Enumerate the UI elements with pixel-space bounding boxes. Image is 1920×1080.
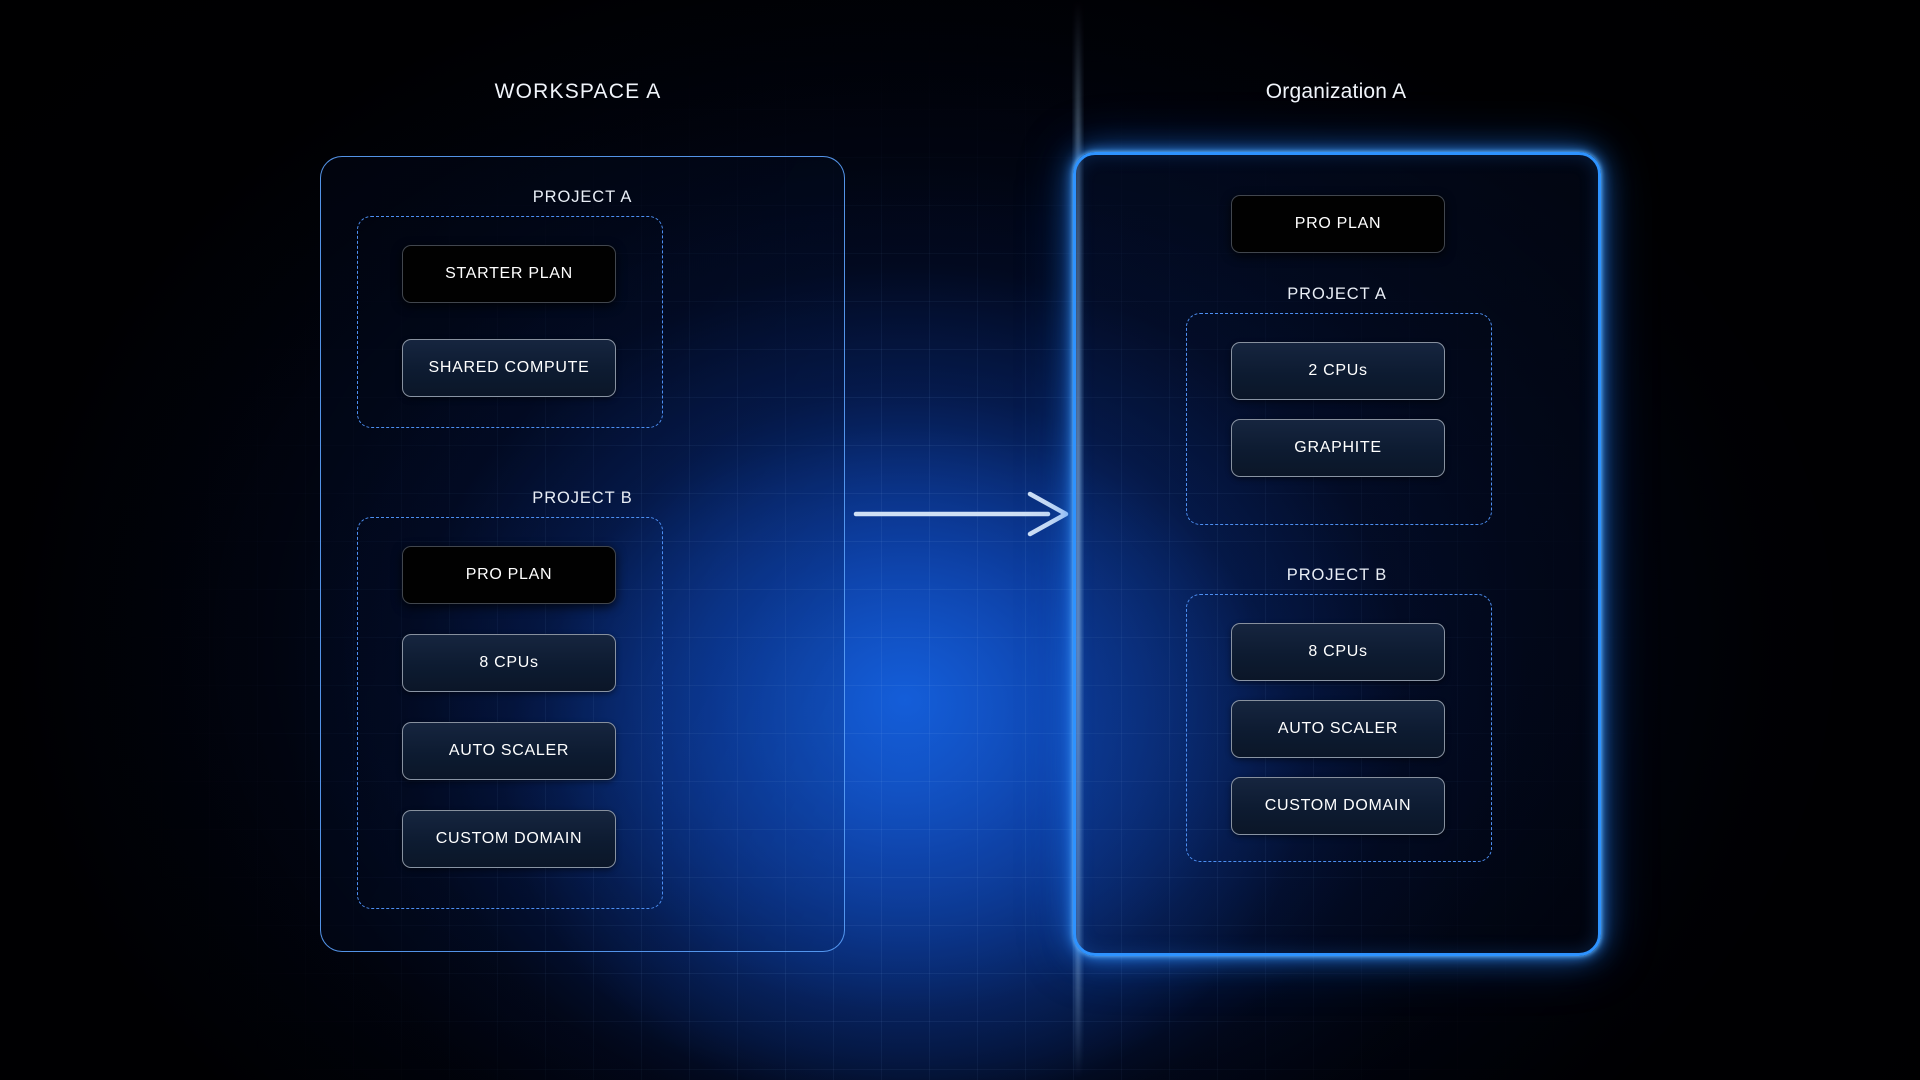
organization-project-b-item-8-cpus[interactable]: 8 CPUs [1231, 623, 1445, 681]
diagram-canvas: WORKSPACE A Organization A PROJECT A STA… [0, 0, 1920, 1080]
organization-panel[interactable]: PRO PLAN PROJECT A 2 CPUs GRAPHITE PROJE… [1073, 152, 1601, 956]
workspace-panel-title: WORKSPACE A [494, 80, 662, 103]
organization-project-b-item-custom-domain[interactable]: CUSTOM DOMAIN [1231, 777, 1445, 835]
organization-project-a-item-graphite[interactable]: GRAPHITE [1231, 419, 1445, 477]
organization-project-a-label: PROJECT A [1287, 285, 1387, 303]
workspace-panel[interactable]: PROJECT A STARTER PLAN SHARED COMPUTE PR… [320, 156, 845, 952]
workspace-project-a-label: PROJECT A [532, 188, 633, 206]
workspace-project-b-item-custom-domain[interactable]: CUSTOM DOMAIN [402, 810, 616, 868]
organization-plan-badge[interactable]: PRO PLAN [1231, 195, 1445, 253]
migration-arrow [853, 491, 1069, 537]
workspace-project-b-item-8-cpus[interactable]: 8 CPUs [402, 634, 616, 692]
background-vignette [0, 0, 1920, 1080]
organization-project-a-item-2-cpus[interactable]: 2 CPUs [1231, 342, 1445, 400]
workspace-project-b-item-pro-plan[interactable]: PRO PLAN [402, 546, 616, 604]
organization-panel-title: Organization A [1265, 80, 1407, 103]
organization-project-b-item-auto-scaler[interactable]: AUTO SCALER [1231, 700, 1445, 758]
workspace-project-b-label: PROJECT B [532, 489, 633, 507]
workspace-project-b-item-auto-scaler[interactable]: AUTO SCALER [402, 722, 616, 780]
workspace-project-a-item-starter-plan[interactable]: STARTER PLAN [402, 245, 616, 303]
workspace-project-a-item-shared-compute[interactable]: SHARED COMPUTE [402, 339, 616, 397]
organization-project-b-label: PROJECT B [1286, 566, 1388, 584]
